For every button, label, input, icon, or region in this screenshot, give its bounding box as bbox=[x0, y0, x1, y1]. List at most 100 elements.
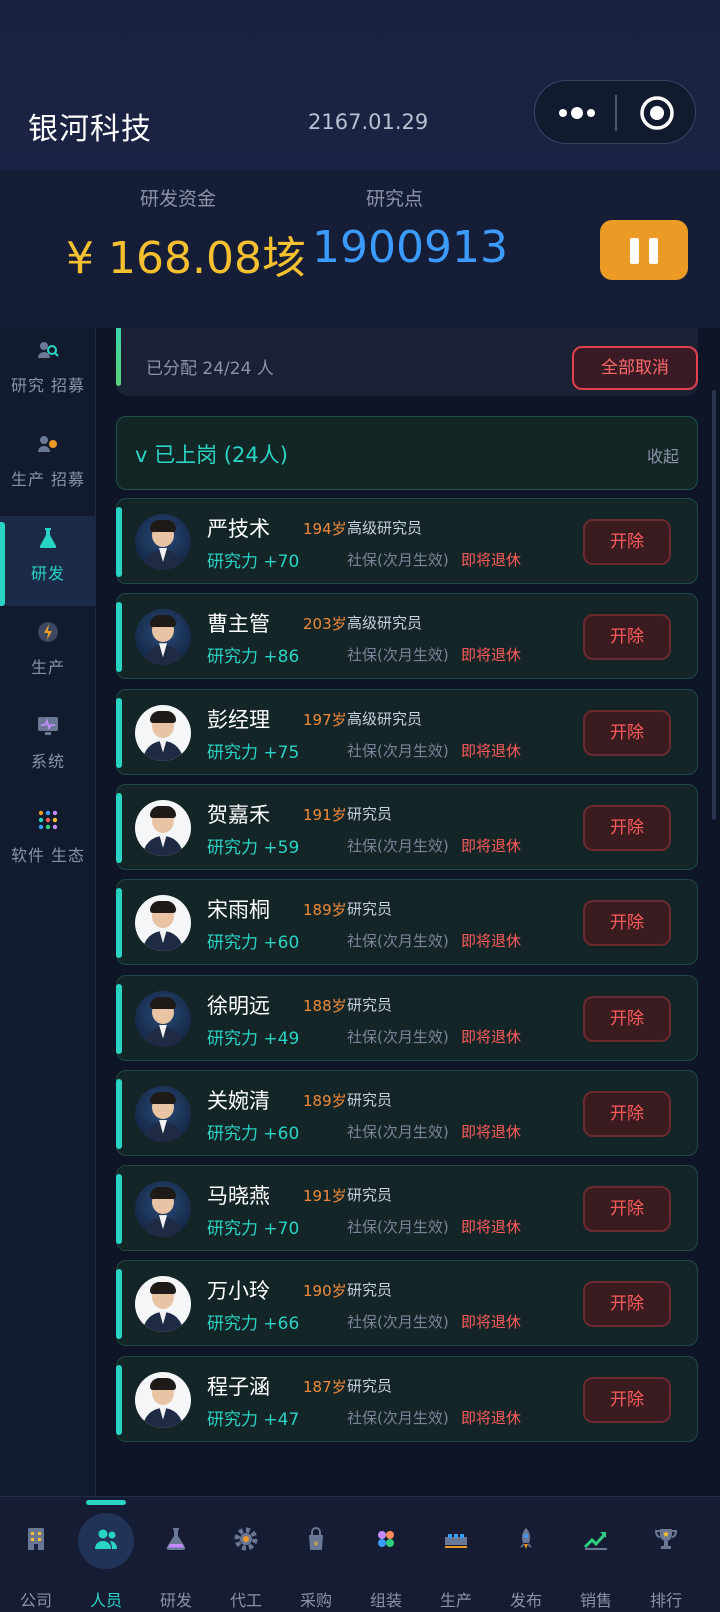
insurance-status: 社保(次月生效) bbox=[347, 551, 449, 569]
summary-points: 1900913 bbox=[146, 328, 297, 332]
pause-button[interactable] bbox=[600, 220, 688, 280]
retire-status: 即将退休 bbox=[461, 741, 522, 760]
insurance-status: 社保(次月生效) bbox=[347, 1313, 449, 1332]
avatar bbox=[135, 704, 191, 761]
research-power: 研究力 +66 bbox=[207, 1314, 300, 1335]
nav-item-flask[interactable]: 研发 bbox=[140, 1497, 212, 1612]
nav-item-label: 组装 bbox=[369, 1591, 402, 1610]
employee-card[interactable]: 徐明远 188岁 研究员 研究力 +49 社保(次月生效) 即将退休 开除 bbox=[116, 974, 698, 1061]
employee-card[interactable]: 严技术 194岁 高级研究员 研究力 +70 社保(次月生效) 即将退休 开除 bbox=[116, 498, 698, 584]
employee-name: 关婉清 bbox=[207, 1088, 270, 1113]
research-power: 研究力 +60 bbox=[207, 933, 300, 954]
card-accent-strip bbox=[116, 888, 122, 959]
fire-button[interactable]: 开除 bbox=[583, 1281, 671, 1328]
employee-age: 190岁 bbox=[303, 1282, 347, 1301]
employee-card[interactable]: 贺嘉禾 191岁 研究员 研究力 +59 社保(次月生效) 即将退休 开除 bbox=[116, 783, 698, 870]
card-accent-strip bbox=[116, 1078, 122, 1149]
assembly-icon bbox=[378, 1531, 394, 1547]
retire-status: 即将退休 bbox=[461, 1122, 522, 1141]
employee-age: 189岁 bbox=[303, 1091, 347, 1110]
research-power: 研究力 +60 bbox=[207, 1123, 300, 1144]
svg-text:¥: ¥ bbox=[314, 1540, 319, 1548]
card-accent-strip bbox=[116, 792, 122, 863]
employee-name: 徐明远 bbox=[207, 993, 270, 1018]
nav-item-label: 销售 bbox=[579, 1591, 612, 1610]
fire-button[interactable]: 开除 bbox=[583, 995, 671, 1042]
sidebar-item-production-recruit[interactable]: 生产 招募 bbox=[0, 422, 96, 512]
production-recruit-icon bbox=[38, 436, 57, 452]
employee-card[interactable]: 彭经理 197岁 高级研究员 研究力 +75 社保(次月生效) 即将退休 开除 bbox=[116, 688, 698, 775]
nav-item-assembly[interactable]: 组装 bbox=[350, 1497, 422, 1612]
fire-button[interactable]: 开除 bbox=[583, 1186, 671, 1233]
fire-button[interactable]: 开除 bbox=[583, 1376, 671, 1423]
avatar bbox=[135, 895, 191, 952]
nav-item-building[interactable]: 公司 bbox=[0, 1497, 72, 1612]
more-icon[interactable] bbox=[555, 101, 599, 125]
fire-button[interactable]: 开除 bbox=[583, 804, 671, 851]
avatar bbox=[135, 514, 191, 570]
employee-card[interactable]: 万小玲 190岁 研究员 研究力 +66 社保(次月生效) 即将退休 开除 bbox=[116, 1260, 698, 1347]
collapse-button[interactable]: 收起 bbox=[647, 443, 679, 467]
building-icon bbox=[28, 1528, 44, 1550]
employee-card[interactable]: 关婉清 189岁 研究员 研究力 +60 社保(次月生效) 即将退休 开除 bbox=[116, 1069, 698, 1156]
nav-item-label: 公司 bbox=[19, 1591, 52, 1610]
employee-age: 189岁 bbox=[303, 901, 347, 920]
capsule-divider bbox=[615, 95, 617, 131]
section-title: v 已上岗 (24人) bbox=[135, 443, 288, 467]
fire-button[interactable]: 开除 bbox=[583, 709, 671, 756]
employee-title: 研究员 bbox=[347, 1376, 393, 1395]
rd-funds-value: ¥ 168.08垓 bbox=[66, 233, 306, 284]
nav-item-shopping-bag[interactable]: ¥ 采购 bbox=[280, 1497, 352, 1612]
employee-card[interactable]: 宋雨桐 189岁 研究员 研究力 +60 社保(次月生效) 即将退休 开除 bbox=[116, 879, 698, 966]
nav-item-people[interactable]: 人员 bbox=[70, 1497, 142, 1612]
flask-icon bbox=[39, 528, 57, 548]
employee-name: 程子涵 bbox=[207, 1374, 270, 1399]
sidebar-item-research-recruit[interactable]: 研究 招募 bbox=[0, 328, 96, 418]
production-icon bbox=[38, 622, 58, 642]
game-date: 2167.01.29 bbox=[308, 110, 429, 134]
employee-name: 曹主管 bbox=[207, 612, 270, 637]
fire-button[interactable]: 开除 bbox=[583, 614, 671, 661]
nav-item-trend[interactable]: 销售 bbox=[560, 1497, 632, 1612]
sidebar-item-software-ecosystem[interactable]: 软件 生态 bbox=[0, 798, 96, 888]
insurance-status: 社保(次月生效) bbox=[347, 1027, 449, 1046]
employee-card[interactable]: 程子涵 187岁 研究员 研究力 +47 社保(次月生效) 即将退休 开除 bbox=[116, 1355, 698, 1442]
shopping-bag-icon: ¥ bbox=[309, 1527, 323, 1550]
app-grid-icon bbox=[38, 810, 58, 830]
sidebar-item-label: 生产 招募 bbox=[10, 470, 86, 489]
close-target-icon[interactable] bbox=[639, 95, 675, 131]
nav-item-label: 采购 bbox=[299, 1591, 332, 1610]
nav-item-trophy[interactable]: 排行 bbox=[630, 1497, 702, 1612]
research-power: 研究力 +70 bbox=[207, 1219, 300, 1240]
funds-panel: 研发资金 研究点 ¥ 168.08垓 1900913 bbox=[0, 170, 720, 328]
employee-card[interactable]: 马晓燕 191岁 研究员 研究力 +70 社保(次月生效) 即将退休 开除 bbox=[116, 1165, 698, 1252]
employee-card[interactable]: 曹主管 203岁 高级研究员 研究力 +86 社保(次月生效) 即将退休 开除 bbox=[116, 593, 698, 680]
card-accent-strip bbox=[116, 507, 122, 577]
sidebar-item-rd[interactable]: 研发 bbox=[0, 516, 96, 606]
employee-name: 宋雨桐 bbox=[207, 898, 270, 923]
employee-name: 严技术 bbox=[207, 517, 270, 541]
nav-item-rocket[interactable]: 发布 bbox=[490, 1497, 562, 1612]
employee-title: 高级研究员 bbox=[347, 614, 423, 633]
research-power: 研究力 +70 bbox=[207, 552, 300, 572]
fire-button[interactable]: 开除 bbox=[583, 519, 671, 565]
cancel-all-button[interactable]: 全部取消 bbox=[572, 346, 698, 390]
insurance-status: 社保(次月生效) bbox=[347, 1122, 449, 1141]
nav-item-label: 研发 bbox=[159, 1591, 192, 1610]
trend-icon bbox=[583, 1532, 607, 1550]
nav-item-factory[interactable]: 生产 bbox=[420, 1497, 492, 1612]
fire-button[interactable]: 开除 bbox=[583, 900, 671, 947]
sidebar-item-production[interactable]: 生产 bbox=[0, 610, 96, 700]
sidebar-item-system[interactable]: 系统 bbox=[0, 704, 96, 794]
rd-funds-label: 研发资金 bbox=[140, 188, 217, 210]
nav-item-label: 排行 bbox=[649, 1591, 682, 1610]
app-title: 银河科技 bbox=[28, 112, 152, 147]
nav-item-gear[interactable]: 代工 bbox=[210, 1497, 282, 1612]
top-header: 银河科技 2167.01.29 bbox=[0, 0, 720, 170]
assigned-count: 已分配 24/24 人 bbox=[146, 359, 274, 379]
scrollbar[interactable] bbox=[712, 390, 716, 820]
retire-status: 即将退休 bbox=[461, 551, 522, 569]
card-accent-strip bbox=[116, 1174, 122, 1245]
on-duty-section-header[interactable]: v 已上岗 (24人) 收起 bbox=[116, 416, 698, 490]
fire-button[interactable]: 开除 bbox=[583, 1090, 671, 1137]
